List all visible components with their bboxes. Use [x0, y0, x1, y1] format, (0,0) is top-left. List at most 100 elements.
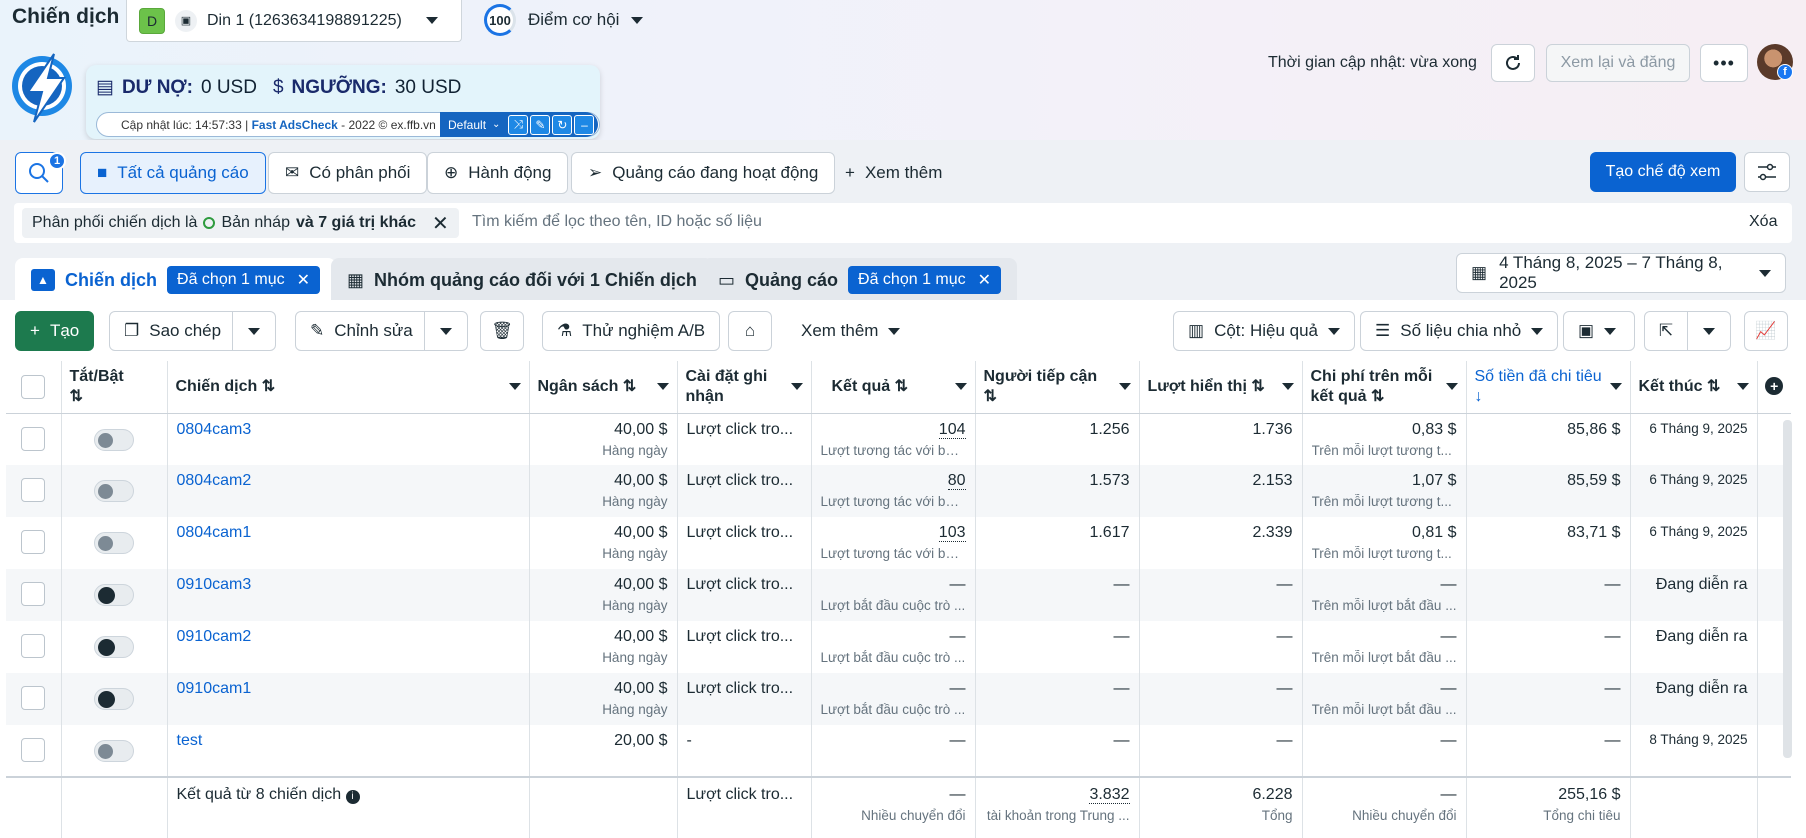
profile-select[interactable]: Default ⌄: [440, 118, 506, 132]
tab-ads[interactable]: ▭ Quảng cáo Đã chọn 1 mục ✕: [702, 258, 1018, 302]
campaign-name-link[interactable]: 0910cam1: [177, 680, 252, 697]
row-checkbox[interactable]: [21, 634, 46, 658]
row-checkbox[interactable]: [21, 530, 46, 554]
row-select-cell: [6, 465, 62, 517]
refresh-icon[interactable]: ↻: [552, 114, 573, 135]
table-row[interactable]: 0910cam3 40,00 $ Hàng ngày Lượt click tro..…: [6, 569, 1791, 621]
campaign-name-link[interactable]: 0804cam1: [177, 524, 252, 541]
copy-button[interactable]: ❐ Sao chép: [109, 311, 233, 351]
col-results[interactable]: Kết quả ⇅: [811, 361, 976, 414]
col-budget[interactable]: Ngân sách ⇅: [529, 361, 678, 414]
campaign-toggle[interactable]: [94, 740, 134, 762]
campaign-toggle[interactable]: [94, 532, 134, 554]
col-impressions[interactable]: Lượt hiển thị ⇅: [1139, 361, 1303, 414]
campaign-name-link[interactable]: 0910cam3: [177, 576, 252, 593]
close-icon[interactable]: ✕: [432, 211, 449, 236]
copy-dropdown[interactable]: [232, 311, 276, 351]
info-icon[interactable]: i: [345, 790, 360, 804]
campaign-name-cell: 0910cam1: [167, 673, 530, 725]
budget-sub: Hàng ngày: [602, 650, 668, 665]
impressions-cell: —: [1139, 673, 1303, 725]
reports-button[interactable]: ▣: [1563, 311, 1635, 351]
table-row[interactable]: 0804cam3 40,00 $ Hàng ngày Lượt click tro..…: [6, 413, 1791, 465]
col-campaign[interactable]: Chiến dịch ⇅: [167, 361, 530, 414]
chevron-down-icon: [1445, 383, 1458, 391]
shuffle-icon[interactable]: ⤨: [508, 114, 529, 135]
export-dropdown[interactable]: [1687, 311, 1731, 351]
impressions-cell: 2.153: [1139, 465, 1303, 517]
col-ends[interactable]: Kết thúc ⇅: [1630, 361, 1758, 414]
settings-sliders-button[interactable]: [1744, 152, 1790, 192]
results-value: 103: [938, 524, 966, 542]
campaign-toggle[interactable]: [94, 428, 134, 451]
col-reach[interactable]: Người tiếp cận ⇅: [975, 361, 1140, 414]
campaign-toggle[interactable]: [94, 688, 134, 710]
tab-all-ads[interactable]: ■ Tất cả quảng cáo: [80, 152, 266, 194]
opportunity-score[interactable]: 100 Điểm cơ hội: [484, 4, 644, 36]
minimize-icon[interactable]: –: [574, 114, 595, 135]
budget-cell: 20,00 $: [529, 725, 678, 777]
campaigns-selected-pill[interactable]: Đã chọn 1 mục ✕: [167, 266, 321, 294]
campaign-toggle[interactable]: [94, 584, 134, 606]
row-checkbox[interactable]: [21, 738, 46, 762]
date-range-picker[interactable]: ▦ 4 Tháng 8, 2025 – 7 Tháng 8, 2025: [1456, 253, 1786, 293]
campaign-toggle[interactable]: [94, 636, 134, 658]
impressions-cell: —: [1139, 569, 1303, 621]
row-checkbox[interactable]: [21, 582, 46, 606]
table-row[interactable]: 0804cam1 40,00 $ Hàng ngày Lượt click tro..…: [6, 517, 1791, 569]
campaign-name-link[interactable]: 0804cam3: [177, 421, 252, 438]
table-row[interactable]: 0910cam1 40,00 $ Hàng ngày Lượt click tro..…: [6, 673, 1791, 725]
clear-filters-link[interactable]: Xóa: [1749, 213, 1777, 231]
row-checkbox[interactable]: [21, 478, 46, 502]
more-toolbar-button[interactable]: Xem thêm: [786, 311, 916, 351]
campaign-name-link[interactable]: 0910cam2: [177, 628, 252, 645]
create-view-button[interactable]: Tạo chế độ xem: [1590, 152, 1736, 192]
table-row[interactable]: 0910cam2 40,00 $ Hàng ngày Lượt click tro..…: [6, 621, 1791, 673]
tab-active-ads[interactable]: ➢ Quảng cáo đang hoạt động: [571, 152, 836, 194]
review-publish-button[interactable]: Xem lại và đăng: [1546, 44, 1690, 82]
close-icon[interactable]: ✕: [297, 270, 310, 290]
table-scrollbar[interactable]: [1783, 420, 1792, 758]
filter-search-input[interactable]: Tìm kiếm để lọc theo tên, ID hoặc số liệ…: [472, 213, 762, 231]
delete-button[interactable]: 🗑: [480, 311, 524, 351]
filter-chip[interactable]: Phân phối chiến dịch là Bản nháp và 7 gi…: [22, 208, 459, 238]
budget-value: 40,00 $: [614, 628, 668, 645]
col-attribution[interactable]: Cài đặt ghi nhận: [677, 361, 812, 414]
campaign-name-link[interactable]: test: [177, 732, 203, 749]
see-more-filters-button[interactable]: + Xem thêm: [828, 152, 959, 194]
edit-button[interactable]: ✎ Chỉnh sửa: [295, 311, 425, 351]
columns-icon: ▥: [1188, 321, 1205, 340]
row-checkbox[interactable]: [21, 686, 46, 710]
add-column-icon[interactable]: +: [1765, 377, 1784, 396]
campaign-toggle[interactable]: [94, 480, 134, 502]
tab-campaigns[interactable]: ▲ Chiến dịch Đã chọn 1 mục ✕: [15, 258, 337, 302]
columns-button[interactable]: ▥ Cột: Hiệu quả: [1173, 311, 1356, 351]
account-selector[interactable]: D ▣ Din 1 (1263634198891225): [126, 0, 462, 42]
edit-icon[interactable]: ✎: [530, 114, 551, 135]
close-icon[interactable]: ✕: [978, 270, 991, 290]
chart-button[interactable]: 📈: [1744, 311, 1788, 351]
spent-cell: 85,86 $: [1466, 413, 1631, 465]
select-all-checkbox[interactable]: [21, 374, 46, 399]
col-amount-spent[interactable]: Số tiền đã chi tiêu ↓: [1466, 361, 1631, 414]
tab-adsets[interactable]: ▦ Nhóm quảng cáo đối với 1 Chiến dịch: [331, 258, 713, 302]
tab-delivering[interactable]: ✉ Có phân phối: [268, 152, 428, 194]
table-row[interactable]: 0804cam2 40,00 $ Hàng ngày Lượt click tro..…: [6, 465, 1791, 517]
breakdown-button[interactable]: ☰ Số liệu chia nhỏ: [1360, 311, 1559, 351]
results-cell: 80 Lượt tương tác với bài...: [811, 465, 976, 517]
row-checkbox[interactable]: [21, 426, 46, 451]
col-cost-per-result[interactable]: Chi phí trên mỗi kết quả ⇅: [1302, 361, 1467, 414]
col-toggle[interactable]: Tắt/Bật ⇅: [61, 361, 168, 414]
ab-test-button[interactable]: ⚗ Thử nghiệm A/B: [542, 311, 721, 351]
table-row[interactable]: test 20,00 $ - — — — — —8 Tháng 9, 2025: [6, 725, 1791, 777]
tag-button[interactable]: ⌂: [728, 311, 772, 351]
more-options-button[interactable]: •••: [1700, 44, 1748, 82]
export-button[interactable]: ⇱: [1644, 311, 1688, 351]
edit-dropdown[interactable]: [424, 311, 468, 351]
campaign-name-link[interactable]: 0804cam2: [177, 472, 252, 489]
create-button[interactable]: + Tạo: [15, 311, 95, 351]
tab-actions[interactable]: ⊕ Hành động: [427, 152, 569, 194]
sort-icon: ⇅: [622, 377, 637, 395]
ads-selected-pill[interactable]: Đã chọn 1 mục ✕: [848, 266, 1002, 294]
refresh-button[interactable]: [1491, 44, 1535, 82]
